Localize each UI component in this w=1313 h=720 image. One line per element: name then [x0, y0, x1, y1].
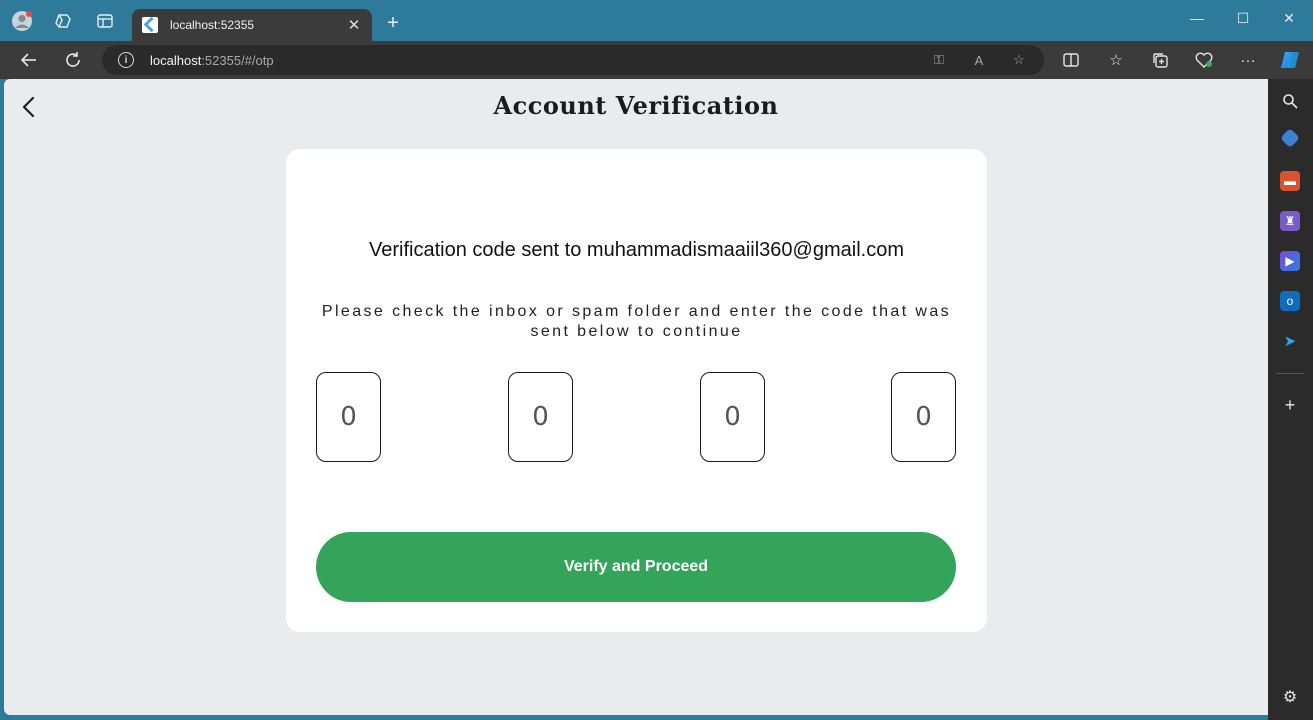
- tab-actions-icon[interactable]: [94, 10, 116, 32]
- maximize-icon[interactable]: ☐: [1232, 10, 1254, 27]
- profile-avatar-icon[interactable]: [11, 10, 33, 32]
- workspaces-icon[interactable]: [52, 10, 74, 32]
- verify-and-proceed-button[interactable]: Verify and Proceed: [316, 532, 956, 602]
- read-aloud-icon[interactable]: A: [970, 51, 988, 69]
- favorites-icon[interactable]: ☆: [1105, 50, 1127, 70]
- otp-digit-input-3[interactable]: 0: [700, 372, 765, 462]
- code-sent-message: Verification code sent to muhammadismaai…: [369, 239, 904, 261]
- tab-close-icon[interactable]: ✕: [346, 16, 362, 34]
- page-title: Account Verification: [493, 91, 779, 120]
- add-sidebar-app-icon[interactable]: +: [1280, 395, 1300, 415]
- shopping-tag-icon[interactable]: [1280, 128, 1300, 148]
- browser-tab-active[interactable]: localhost:52355 ✕: [132, 9, 372, 41]
- address-bar[interactable]: i localhost:52355/#/otp ⚿ A ☆: [102, 45, 1044, 75]
- sidebar-divider: [1276, 373, 1304, 374]
- copilot-sidebar-icon[interactable]: ▶: [1280, 251, 1300, 271]
- site-info-icon[interactable]: i: [118, 52, 134, 68]
- otp-digit-input-4[interactable]: 0: [891, 372, 956, 462]
- copilot-icon[interactable]: [1279, 50, 1301, 70]
- page-viewport: Account Verification Verification code s…: [4, 79, 1268, 715]
- split-screen-icon[interactable]: [1060, 50, 1082, 70]
- verification-card: Verification code sent to muhammadismaai…: [286, 149, 987, 632]
- collections-icon[interactable]: [1149, 50, 1171, 70]
- search-icon[interactable]: [1280, 91, 1300, 111]
- new-tab-icon[interactable]: +: [382, 12, 404, 35]
- back-icon[interactable]: [17, 49, 41, 71]
- tab-title: localhost:52355: [170, 18, 255, 32]
- close-window-icon[interactable]: ✕: [1278, 10, 1300, 27]
- browser-toolbar: i localhost:52355/#/otp ⚿ A ☆ ☆ ···: [0, 41, 1313, 79]
- key-icon[interactable]: ⚿: [930, 51, 948, 69]
- browser-titlebar: localhost:52355 ✕ + — ☐ ✕: [0, 0, 1313, 41]
- games-icon[interactable]: ♜: [1280, 211, 1300, 231]
- otp-digit-input-1[interactable]: 0: [316, 372, 381, 462]
- flutter-favicon-icon: [142, 17, 158, 33]
- minimize-icon[interactable]: —: [1186, 10, 1208, 26]
- browser-essentials-icon[interactable]: [1193, 50, 1215, 70]
- edge-sidebar: ▬ ♜ ▶ o ➤ + ⚙: [1268, 79, 1313, 720]
- instructions-text: Please check the inbox or spam folder an…: [321, 303, 952, 340]
- otp-digit-input-2[interactable]: 0: [508, 372, 573, 462]
- more-options-icon[interactable]: ···: [1237, 50, 1259, 70]
- favorite-star-icon[interactable]: ☆: [1010, 51, 1028, 69]
- outlook-icon[interactable]: o: [1280, 291, 1300, 311]
- url-path: :52355/#/otp: [201, 52, 274, 68]
- telegram-send-icon[interactable]: ➤: [1280, 331, 1300, 351]
- url-host: localhost: [150, 52, 202, 68]
- refresh-icon[interactable]: [61, 49, 85, 71]
- tools-briefcase-icon[interactable]: ▬: [1280, 171, 1300, 191]
- sidebar-settings-gear-icon[interactable]: ⚙: [1280, 687, 1300, 707]
